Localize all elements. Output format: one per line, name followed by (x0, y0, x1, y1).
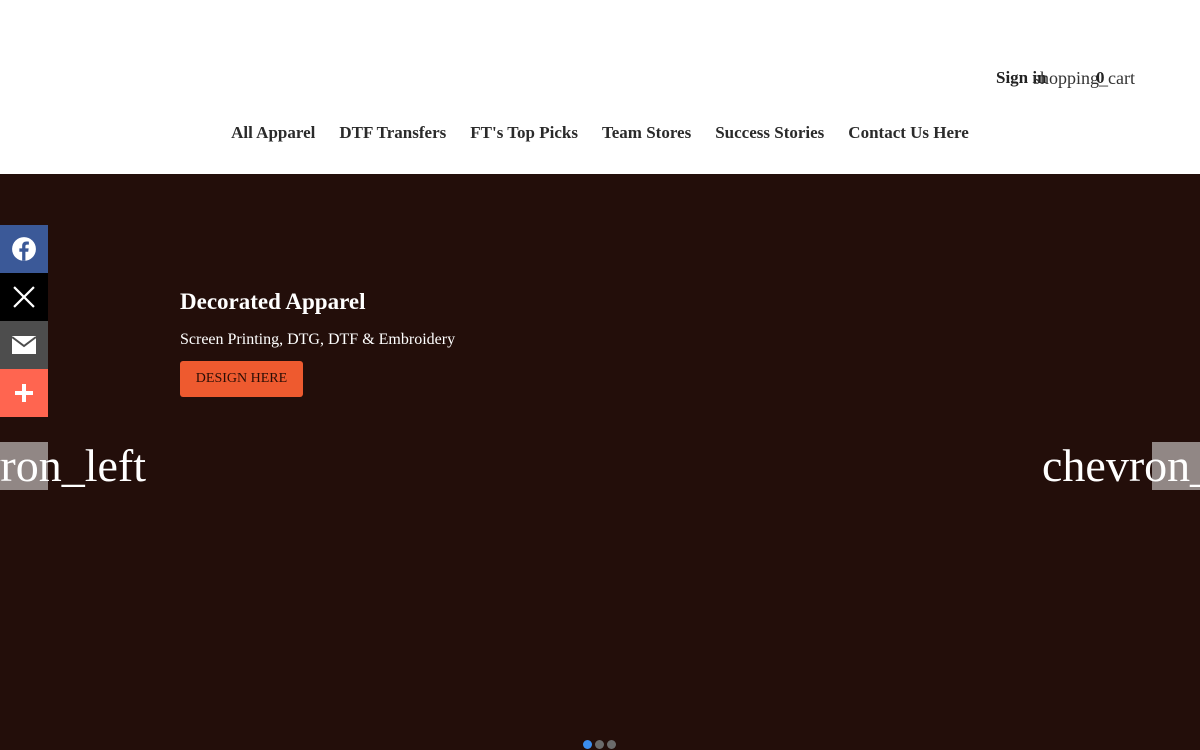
nav-item-team-stores[interactable]: Team Stores (602, 123, 691, 143)
chevron-left-icon: chevron_left (0, 442, 146, 490)
site-header: Sign in shopping_cart 0 All Apparel DTF … (0, 0, 1200, 174)
x-share-button[interactable] (0, 273, 48, 321)
slider-next-button[interactable]: chevron_right (1040, 442, 1200, 490)
share-sidebar (0, 225, 48, 417)
design-here-button[interactable]: DESIGN HERE (180, 361, 303, 397)
nav-item-all-apparel[interactable]: All Apparel (231, 123, 315, 143)
slider-dot-1[interactable] (583, 740, 592, 749)
plus-icon (15, 384, 33, 402)
more-share-button[interactable] (0, 369, 48, 417)
hero-title: Decorated Apparel (180, 289, 366, 314)
nav-item-success-stories[interactable]: Success Stories (715, 123, 824, 143)
hero-subtitle: Screen Printing, DTG, DTF & Embroidery (180, 331, 456, 348)
account-bar: Sign in shopping_cart 0 (996, 68, 1200, 90)
facebook-share-button[interactable] (0, 225, 48, 273)
slider-dot-2[interactable] (595, 740, 604, 749)
hero-slider: Decorated Apparel Screen Printing, DTG, … (0, 174, 1200, 750)
shopping-cart-icon[interactable]: shopping_cart (1033, 68, 1135, 89)
email-share-button[interactable] (0, 321, 48, 369)
email-icon (11, 336, 37, 354)
slider-dots (583, 740, 616, 749)
nav-item-dtf-transfers[interactable]: DTF Transfers (339, 123, 446, 143)
nav-item-top-picks[interactable]: FT's Top Picks (470, 123, 578, 143)
main-nav: All Apparel DTF Transfers FT's Top Picks… (0, 123, 1200, 143)
cart-count-badge: 0 (1096, 68, 1105, 87)
slider-dot-3[interactable] (607, 740, 616, 749)
facebook-icon (12, 237, 36, 261)
chevron-right-icon: chevron_right (1042, 442, 1200, 490)
slider-prev-button[interactable]: chevron_left (0, 442, 160, 490)
nav-item-contact-us[interactable]: Contact Us Here (848, 123, 969, 143)
x-icon (13, 286, 35, 308)
